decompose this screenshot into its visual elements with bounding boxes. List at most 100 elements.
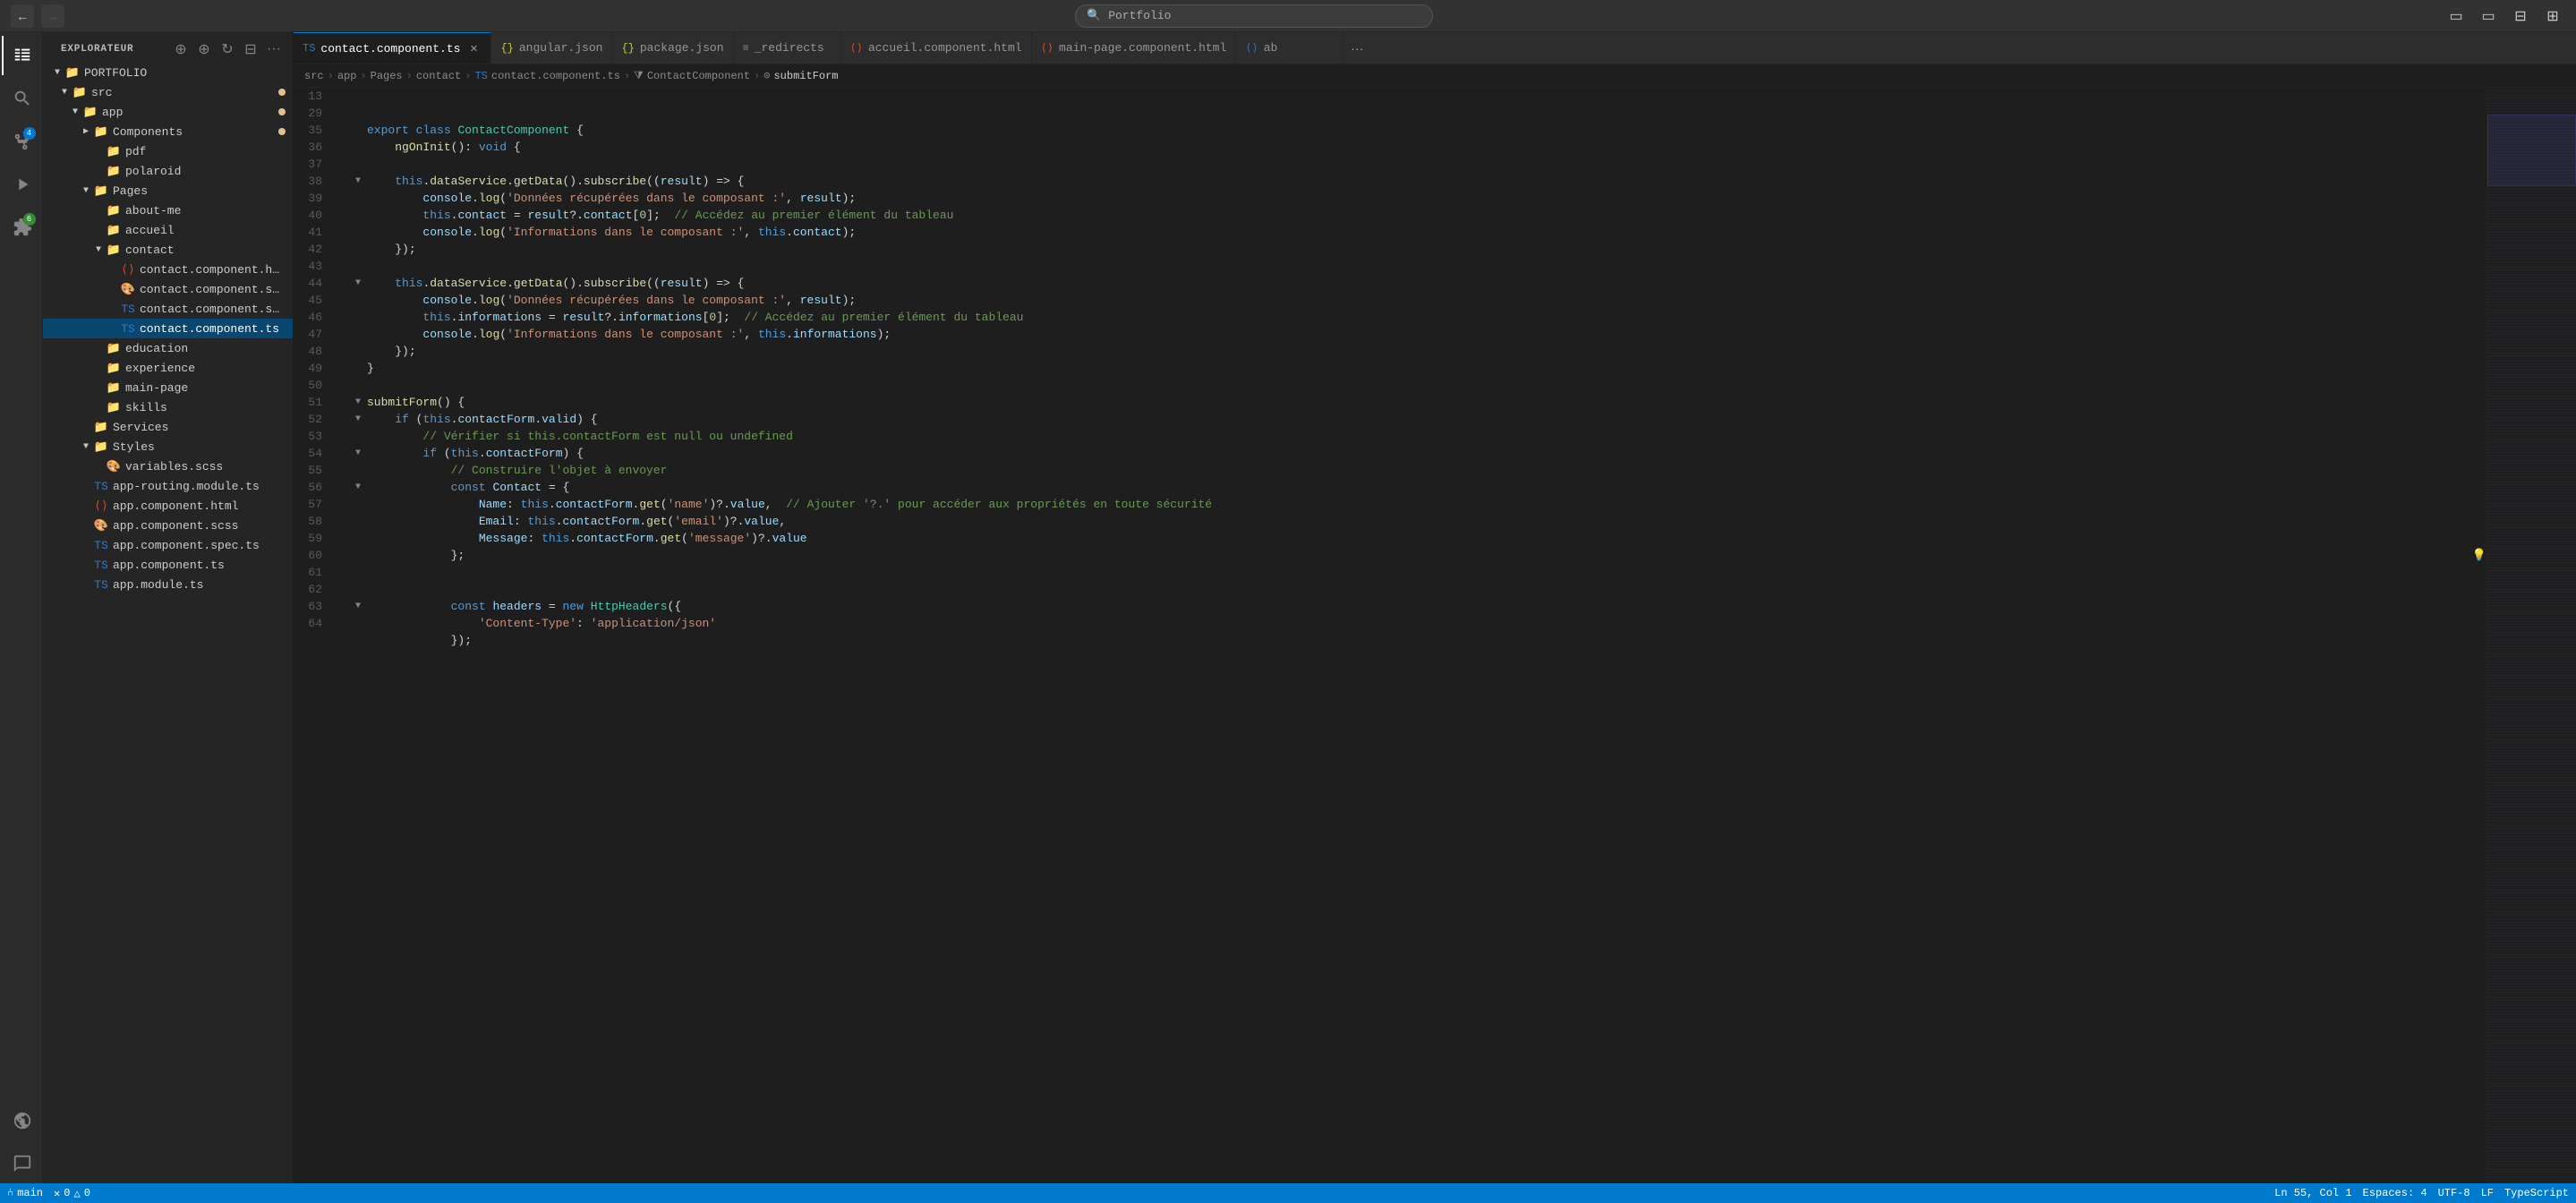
breadcrumb-pages[interactable]: Pages xyxy=(371,70,403,82)
new-folder-button[interactable]: ⊕ xyxy=(194,39,214,59)
activity-source-control[interactable]: 4 xyxy=(2,122,41,161)
search-bar[interactable]: 🔍 Portfolio xyxy=(1075,4,1433,28)
fold-arrow-49[interactable]: ▼ xyxy=(351,394,365,411)
tree-item-app[interactable]: ▼ 📁 app xyxy=(43,102,293,122)
tree-item-contact-ts[interactable]: TS contact.component.ts xyxy=(43,319,293,338)
back-button[interactable]: ← xyxy=(11,4,34,28)
breadcrumb-class[interactable]: ContactComponent xyxy=(647,70,750,82)
fold-arrow-36[interactable]: ▼ xyxy=(351,173,365,190)
tree-item-about-me[interactable]: 📁 about-me xyxy=(43,200,293,220)
breadcrumb: src › app › Pages › contact › TS contact… xyxy=(294,64,2576,88)
pages-folder-icon: 📁 xyxy=(93,184,109,198)
fold-arrow-42[interactable]: ▼ xyxy=(351,275,365,292)
tree-item-components[interactable]: ▶ 📁 Components xyxy=(43,122,293,141)
tree-item-variables-scss[interactable]: 🎨 variables.scss xyxy=(43,456,293,476)
code-line-36: ▼ this.dataService.getData().subscribe((… xyxy=(351,173,2486,190)
contact-scss-label: contact.component.scss xyxy=(140,283,286,296)
tree-item-app-module[interactable]: TS app.module.ts xyxy=(43,575,293,594)
activity-chat[interactable] xyxy=(2,1144,41,1183)
activity-run[interactable] xyxy=(2,165,41,204)
layout-btn-1[interactable]: ▭ xyxy=(2444,6,2469,26)
fold-arrow-61[interactable]: ▼ xyxy=(351,598,365,615)
line-content-39: console.log('Informations dans le compos… xyxy=(365,224,2486,241)
portfolio-arrow-icon: ▼ xyxy=(50,68,64,78)
new-file-button[interactable]: ⊕ xyxy=(171,39,191,59)
tree-item-app-routing[interactable]: TS app-routing.module.ts xyxy=(43,476,293,496)
code-line-55: Name: this.contactForm.get('name')?.valu… xyxy=(351,496,2486,513)
status-line-ending[interactable]: LF xyxy=(2481,1187,2494,1199)
lightbulb-58[interactable]: 💡 xyxy=(2472,547,2486,564)
breadcrumb-app[interactable]: app xyxy=(337,70,357,82)
line-content-29: ngOnInit(): void { xyxy=(365,139,2486,156)
collapse-button[interactable]: ⊟ xyxy=(241,39,260,59)
tree-item-polaroid[interactable]: 📁 polaroid xyxy=(43,161,293,181)
tree-item-contact-spec[interactable]: TS contact.component.spec.ts xyxy=(43,299,293,319)
code-line-57: Message: this.contactForm.get('message')… xyxy=(351,530,2486,547)
tree-item-app-component-scss[interactable]: 🎨 app.component.scss xyxy=(43,516,293,535)
status-position[interactable]: Ln 55, Col 1 xyxy=(2274,1187,2351,1199)
tree-item-accueil[interactable]: 📁 accueil xyxy=(43,220,293,240)
tab-package-json[interactable]: {} package.json xyxy=(612,32,733,64)
tree-item-app-component-ts[interactable]: TS app.component.ts xyxy=(43,555,293,575)
line-content-55: Name: this.contactForm.get('name')?.valu… xyxy=(365,496,2486,513)
tree-item-pdf[interactable]: 📁 pdf xyxy=(43,141,293,161)
tab-ab[interactable]: ⟨⟩ ab xyxy=(1236,32,1343,64)
tab-contact-ts-close[interactable]: ✕ xyxy=(465,40,482,56)
tab-main-page-html-label: main-page.component.html xyxy=(1059,41,1226,55)
tab-overflow-button[interactable]: ··· xyxy=(1343,32,1370,64)
accueil-folder-icon: 📁 xyxy=(106,224,122,237)
line-content-44: this.informations = result?.informations… xyxy=(365,309,2486,326)
tree-item-contact-scss[interactable]: 🎨 contact.component.scss xyxy=(43,279,293,299)
fold-arrow-50[interactable]: ▼ xyxy=(351,411,365,428)
tree-item-app-component-spec[interactable]: TS app.component.spec.ts xyxy=(43,535,293,555)
breadcrumb-filename[interactable]: contact.component.ts xyxy=(491,70,620,82)
code-content[interactable]: export class ContactComponent { ngOnInit… xyxy=(344,88,2486,1183)
status-encoding[interactable]: UTF-8 xyxy=(2438,1187,2470,1199)
status-indent[interactable]: Espaces: 4 xyxy=(2363,1187,2427,1199)
tab-angular-json[interactable]: {} angular.json xyxy=(491,32,612,64)
app-folder-icon: 📁 xyxy=(82,106,98,119)
polaroid-folder-icon: 📁 xyxy=(106,165,122,178)
refresh-button[interactable]: ↻ xyxy=(218,39,237,59)
layout-btn-2[interactable]: ▭ xyxy=(2476,6,2501,26)
status-errors[interactable]: ✕ 0 △ 0 xyxy=(54,1187,90,1200)
line-content-63: }); xyxy=(365,632,2486,649)
tree-item-skills[interactable]: 📁 skills xyxy=(43,397,293,417)
tree-item-contact-folder[interactable]: ▼ 📁 contact xyxy=(43,240,293,260)
tab-accueil-html[interactable]: ⟨⟩ accueil.component.html xyxy=(841,32,1032,64)
tab-ab-icon: ⟨⟩ xyxy=(1245,41,1258,55)
tab-main-page-html[interactable]: ⟨⟩ main-page.component.html xyxy=(1032,32,1237,64)
tree-item-experience[interactable]: 📁 experience xyxy=(43,358,293,378)
breadcrumb-contact[interactable]: contact xyxy=(416,70,461,82)
tree-item-contact-html[interactable]: ⟨⟩ contact.component.html xyxy=(43,260,293,279)
activity-explorer[interactable] xyxy=(2,36,41,75)
forward-button[interactable]: → xyxy=(41,4,64,28)
tab-contact-ts[interactable]: TS contact.component.ts ✕ xyxy=(294,32,491,64)
status-branch[interactable]: ⑃ main xyxy=(7,1187,43,1199)
contact-ts-label: contact.component.ts xyxy=(140,322,286,336)
app-dot xyxy=(278,108,286,115)
tree-item-styles[interactable]: ▼ 📁 Styles xyxy=(43,437,293,456)
indent-text: Espaces: 4 xyxy=(2363,1187,2427,1199)
tree-item-app-component-html[interactable]: ⟨⟩ app.component.html xyxy=(43,496,293,516)
tree-item-education[interactable]: 📁 education xyxy=(43,338,293,358)
tree-item-pages[interactable]: ▼ 📁 Pages xyxy=(43,181,293,200)
activity-remote[interactable] xyxy=(2,1101,41,1140)
activity-search[interactable] xyxy=(2,79,41,118)
breadcrumb-method[interactable]: submitForm xyxy=(773,70,838,82)
layout-btn-3[interactable]: ⊟ xyxy=(2508,6,2533,26)
tab-bar: TS contact.component.ts ✕ {} angular.jso… xyxy=(294,32,2576,64)
app-label: app xyxy=(102,106,278,119)
breadcrumb-src[interactable]: src xyxy=(304,70,324,82)
fold-arrow-54[interactable]: ▼ xyxy=(351,479,365,496)
tree-item-main-page[interactable]: 📁 main-page xyxy=(43,378,293,397)
status-language[interactable]: TypeScript xyxy=(2504,1187,2569,1199)
fold-arrow-52[interactable]: ▼ xyxy=(351,445,365,462)
activity-extensions[interactable]: 6 xyxy=(2,208,41,247)
tree-item-services[interactable]: 📁 Services xyxy=(43,417,293,437)
tree-root-portfolio[interactable]: ▼ 📁 PORTFOLIO xyxy=(43,63,293,82)
layout-btn-4[interactable]: ⊞ xyxy=(2540,6,2565,26)
tab-redirects[interactable]: ≡ _redirects xyxy=(734,32,841,64)
more-button[interactable]: ··· xyxy=(264,39,284,59)
tree-item-src[interactable]: ▼ 📁 src xyxy=(43,82,293,102)
